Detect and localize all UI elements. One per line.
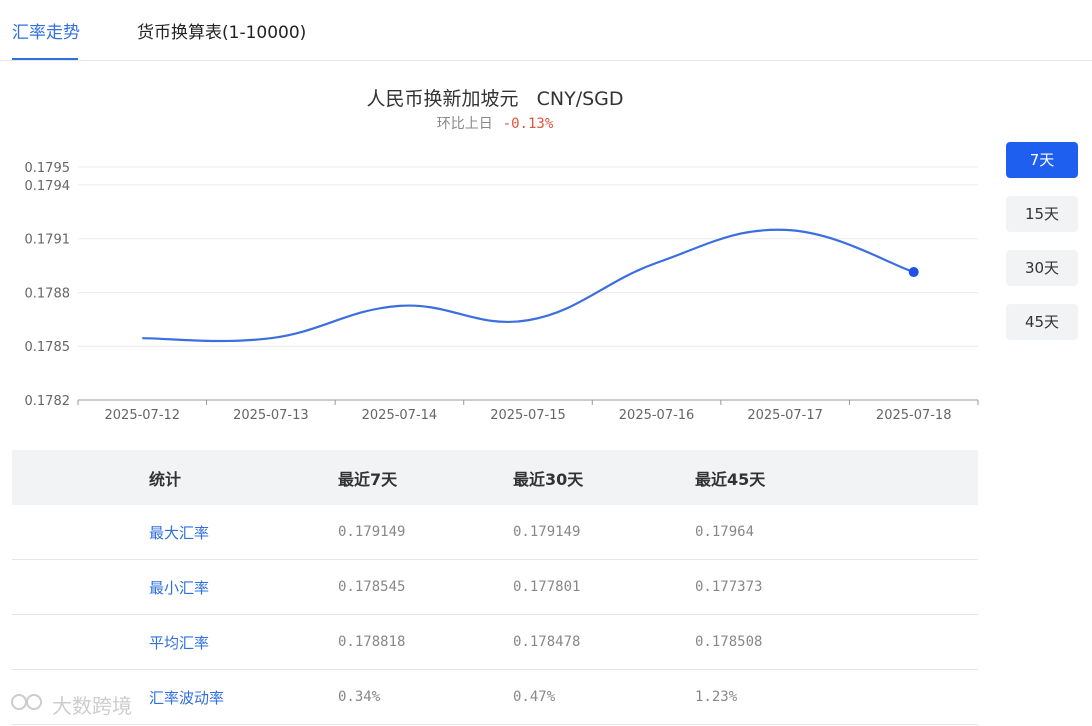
period-45d-button[interactable]: 45天 (1006, 304, 1078, 340)
x-tick-label: 2025-07-17 (747, 408, 823, 423)
rate-line-chart: 0.1782 0.1785 0.1788 0.1791 0.1794 0.1795 2025… (25, 161, 979, 423)
series-line (142, 228, 915, 343)
cell-value: 1.23% (695, 689, 738, 705)
x-tick-label: 2025-07-16 (619, 408, 695, 423)
cell-value: 0.17964 (695, 524, 755, 540)
cell-value: 0.177373 (695, 579, 763, 595)
cell-value: 0.34% (338, 689, 381, 705)
table-row: 平均汇率 0.178818 0.178478 0.178508 (12, 615, 978, 670)
cell-value: 0.178478 (513, 634, 581, 650)
row-label-avg[interactable]: 平均汇率 (149, 615, 209, 669)
cell-value: 0.177801 (513, 579, 581, 595)
watermark-text: 大数跨境 (52, 694, 132, 718)
table-row: 最小汇率 0.178545 0.177801 0.177373 (12, 560, 978, 615)
tab-bar: 汇率走势 货币换算表(1-10000) (0, 0, 1092, 61)
tab-rate-trend[interactable]: 汇率走势 (12, 18, 80, 43)
header-stat: 统计 (149, 469, 182, 489)
y-tick-label: 0.1791 (25, 233, 71, 248)
chart-change: 环比上日 -0.13% (0, 113, 990, 133)
row-label-min[interactable]: 最小汇率 (149, 560, 209, 614)
y-tick-label: 0.1795 (25, 161, 71, 176)
chart-title: 人民币换新加坡元 CNY/SGD (366, 88, 624, 110)
cell-value: 0.178818 (338, 634, 406, 650)
watermark: 大数跨境 (10, 690, 132, 719)
x-tick-label: 2025-07-12 (105, 408, 181, 423)
y-tick-label: 0.1788 (25, 286, 71, 301)
row-label-volatility[interactable]: 汇率波动率 (149, 670, 224, 724)
change-label: 环比上日 (436, 116, 493, 132)
tab-conversion-table[interactable]: 货币换算表(1-10000) (137, 18, 306, 43)
table-row: 汇率波动率 0.34% 0.47% 1.23% (12, 670, 978, 725)
data-point-last (908, 267, 919, 278)
stats-header-row: 统计 最近7天 最近30天 最近45天 (12, 450, 978, 505)
watermark-logo-icon (10, 691, 46, 718)
y-tick-label: 0.1794 (25, 179, 71, 194)
change-value: -0.13% (502, 116, 554, 132)
period-30d-button[interactable]: 30天 (1006, 250, 1078, 286)
active-tab-indicator (12, 58, 78, 60)
cell-value: 0.179149 (338, 524, 406, 540)
period-15d-button[interactable]: 15天 (1006, 196, 1078, 232)
cell-value: 0.47% (513, 689, 556, 705)
cell-value: 0.178545 (338, 579, 406, 595)
stats-table: 统计 最近7天 最近30天 最近45天 最大汇率 0.179149 0.1791… (12, 450, 978, 725)
cell-value: 0.179149 (513, 524, 581, 540)
row-label-max[interactable]: 最大汇率 (149, 505, 209, 559)
header-30d: 最近30天 (513, 469, 584, 489)
cell-value: 0.178508 (695, 634, 763, 650)
y-tick-label: 0.1782 (25, 394, 71, 409)
x-tick-label: 2025-07-15 (490, 408, 566, 423)
x-tick-label: 2025-07-13 (233, 408, 309, 423)
period-7d-button[interactable]: 7天 (1006, 142, 1078, 178)
header-7d: 最近7天 (338, 469, 398, 489)
table-row: 最大汇率 0.179149 0.179149 0.17964 (12, 505, 978, 560)
x-tick-label: 2025-07-14 (362, 408, 438, 423)
y-tick-label: 0.1785 (25, 340, 71, 355)
header-45d: 最近45天 (695, 469, 766, 489)
x-tick-label: 2025-07-18 (876, 408, 952, 423)
